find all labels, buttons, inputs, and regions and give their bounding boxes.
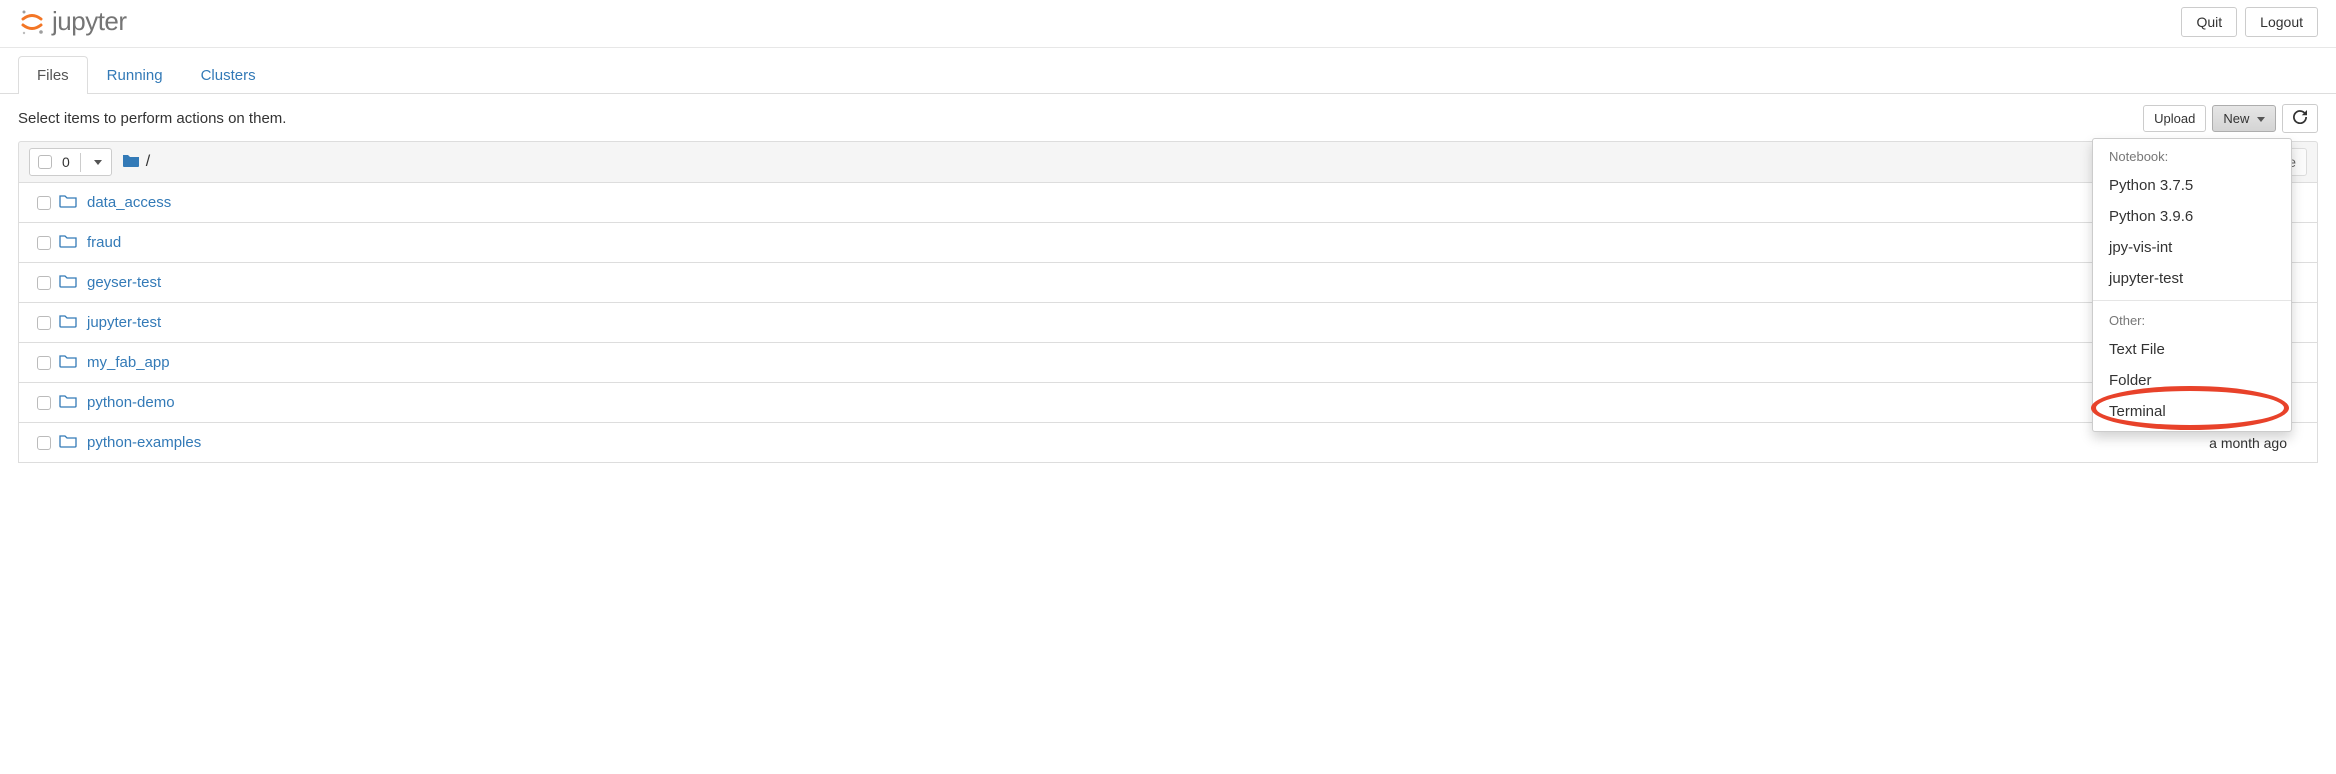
action-hint: Select items to perform actions on them. [18,110,286,127]
row-checkbox[interactable] [29,236,59,250]
list-item: python-examples a month ago [18,423,2318,463]
tab-running[interactable]: Running [88,56,182,94]
caret-down-icon [94,160,102,165]
checkbox-icon [37,436,51,450]
checkbox-icon [37,236,51,250]
item-name[interactable]: my_fab_app [87,354,170,371]
list-item: fraud [18,223,2318,263]
new-button[interactable]: New [2212,105,2276,132]
header-bar: jupyter Quit Logout [0,0,2336,48]
new-button-label: New [2223,111,2249,126]
toolbar: Select items to perform actions on them.… [0,94,2336,141]
selected-count: 0 [58,154,74,170]
list-item: python-demo [18,383,2318,423]
select-dropdown[interactable] [80,153,111,172]
item-name[interactable]: data_access [87,194,171,211]
menu-divider [2093,300,2291,301]
menu-item-textfile[interactable]: Text File [2093,334,2291,365]
menu-header-other: Other: [2093,307,2291,334]
menu-item-jpy-vis-int[interactable]: jpy-vis-int [2093,232,2291,263]
checkbox-icon [37,316,51,330]
tab-files[interactable]: Files [18,56,88,94]
tab-clusters[interactable]: Clusters [182,56,275,94]
menu-header-notebook: Notebook: [2093,143,2291,170]
folder-outline-icon [59,433,83,452]
breadcrumb[interactable]: / [122,152,150,173]
folder-outline-icon [59,273,83,292]
list-item: my_fab_app [18,343,2318,383]
logout-button[interactable]: Logout [2245,7,2318,37]
logo[interactable]: jupyter [18,6,127,37]
new-dropdown-menu: Notebook: Python 3.7.5 Python 3.9.6 jpy-… [2092,138,2292,432]
item-name[interactable]: geyser-test [87,274,161,291]
logo-text: jupyter [52,6,127,37]
row-checkbox[interactable] [29,316,59,330]
select-all-checkbox[interactable]: 0 [30,149,80,175]
folder-outline-icon [59,193,83,212]
checkbox-icon [38,155,52,169]
tabs-row: Files Running Clusters [0,56,2336,94]
checkbox-icon [37,276,51,290]
toolbar-actions: Upload New [2143,104,2318,133]
list-item: data_access [18,183,2318,223]
folder-outline-icon [59,313,83,332]
file-list: data_access fraud geyser-test jupyter-te… [18,183,2318,463]
item-name[interactable]: python-examples [87,434,201,451]
item-modified: a month ago [2209,435,2307,451]
row-checkbox[interactable] [29,196,59,210]
menu-item-jupyter-test[interactable]: jupyter-test [2093,263,2291,294]
checkbox-icon [37,356,51,370]
menu-item-terminal[interactable]: Terminal [2093,396,2291,427]
caret-down-icon [2257,117,2265,122]
folder-outline-icon [59,393,83,412]
row-checkbox[interactable] [29,436,59,450]
refresh-icon [2293,110,2307,124]
header-actions: Quit Logout [2181,7,2318,37]
row-checkbox[interactable] [29,276,59,290]
item-name[interactable]: python-demo [87,394,175,411]
folder-outline-icon [59,353,83,372]
row-checkbox[interactable] [29,396,59,410]
select-all-group[interactable]: 0 [29,148,112,176]
folder-icon [122,152,140,173]
item-name[interactable]: fraud [87,234,121,251]
checkbox-icon [37,196,51,210]
menu-item-python396[interactable]: Python 3.9.6 [2093,201,2291,232]
item-name[interactable]: jupyter-test [87,314,161,331]
breadcrumb-root: / [146,153,150,171]
list-item: jupyter-test [18,303,2318,343]
menu-item-folder[interactable]: Folder [2093,365,2291,396]
tabs: Files Running Clusters [18,56,275,93]
menu-item-python375[interactable]: Python 3.7.5 [2093,170,2291,201]
checkbox-icon [37,396,51,410]
quit-button[interactable]: Quit [2181,7,2237,37]
jupyter-icon [18,8,46,36]
upload-button[interactable]: Upload [2143,105,2206,132]
row-checkbox[interactable] [29,356,59,370]
refresh-button[interactable] [2282,104,2318,133]
folder-outline-icon [59,233,83,252]
list-item: geyser-test [18,263,2318,303]
list-header: 0 / Name ↓ e [18,141,2318,183]
